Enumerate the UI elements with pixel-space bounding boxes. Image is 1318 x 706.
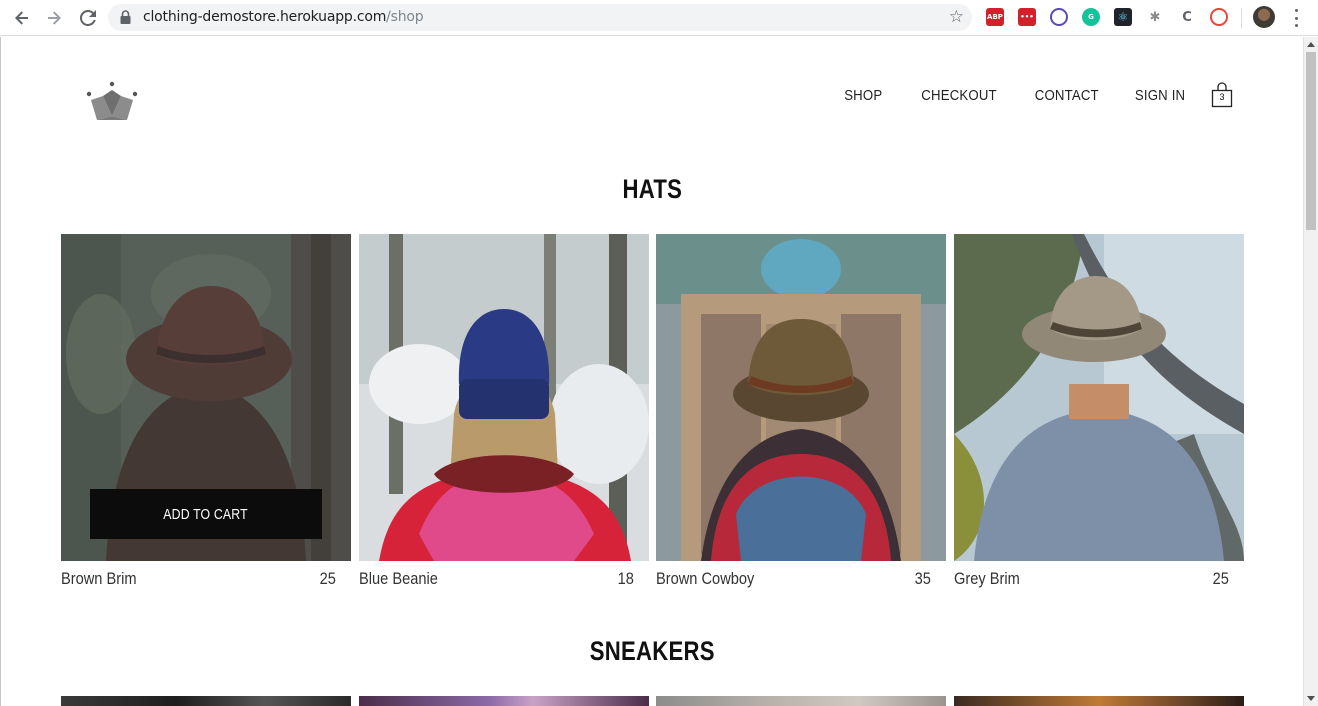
- page-scrollbar[interactable]: [1303, 37, 1318, 706]
- product-image[interactable]: [953, 234, 1244, 561]
- section-title-hats[interactable]: HATS: [1, 174, 1303, 205]
- hats-grid: ADD TO CART Brown Brim 25 Blue Beanie 18…: [61, 234, 1244, 589]
- back-arrow-icon: [15, 11, 28, 25]
- product-image[interactable]: [61, 696, 351, 706]
- nav-shop-link[interactable]: SHOP: [844, 87, 882, 104]
- lock-icon: [120, 10, 131, 24]
- adblock-plus-icon[interactable]: ABP: [986, 8, 1004, 26]
- block-ext-icon[interactable]: [1050, 8, 1068, 26]
- product-card[interactable]: Blue Beanie 18: [358, 234, 649, 589]
- nav-contact-link[interactable]: CONTACT: [1035, 87, 1099, 104]
- forward-button[interactable]: [42, 6, 66, 30]
- product-price: 18: [617, 569, 634, 588]
- bug-ext-icon[interactable]: ✱: [1146, 8, 1164, 26]
- product-name: Brown Cowboy: [656, 569, 755, 588]
- product-footer: Brown Brim 25: [61, 561, 351, 589]
- c-ext-icon[interactable]: C: [1178, 8, 1196, 26]
- grey-brim-photo: [953, 234, 1244, 561]
- product-image[interactable]: [358, 234, 649, 561]
- brown-cowboy-photo: [656, 234, 947, 561]
- product-footer: Blue Beanie 18: [359, 561, 649, 589]
- ring-ext-icon[interactable]: [1210, 8, 1228, 26]
- ellipsis-ext-icon[interactable]: •••: [1018, 8, 1036, 26]
- product-image[interactable]: [358, 696, 649, 706]
- browser-menu-icon[interactable]: [1290, 9, 1302, 27]
- add-to-cart-button[interactable]: ADD TO CART: [90, 489, 322, 539]
- product-image[interactable]: ADD TO CART: [61, 234, 351, 561]
- crown-logo-icon[interactable]: [85, 80, 139, 122]
- browser-toolbar: clothing-demostore.herokuapp.com/shop ☆ …: [0, 0, 1318, 36]
- product-price: 25: [319, 569, 336, 588]
- scroll-down-arrow-icon[interactable]: [1307, 696, 1315, 701]
- product-footer: Grey Brim 25: [954, 561, 1244, 589]
- reload-icon: [80, 10, 96, 26]
- toolbar-divider: [1241, 8, 1242, 28]
- product-image[interactable]: [656, 234, 947, 561]
- product-card[interactable]: Grey Brim 25: [953, 234, 1244, 589]
- forward-arrow-icon: [48, 11, 61, 25]
- product-footer: Brown Cowboy 35: [656, 561, 946, 589]
- product-name: Brown Brim: [61, 569, 137, 588]
- scrollbar-thumb[interactable]: [1306, 52, 1316, 230]
- profile-avatar[interactable]: [1253, 6, 1275, 28]
- header-nav: SHOP CHECKOUT CONTACT SIGN IN 3: [810, 82, 1233, 108]
- bookmark-star-icon[interactable]: ☆: [949, 8, 964, 26]
- product-name: Grey Brim: [953, 569, 1020, 588]
- nav-sign-in-link[interactable]: SIGN IN: [1135, 87, 1185, 104]
- section-title-sneakers[interactable]: SNEAKERS: [1, 636, 1303, 667]
- address-bar[interactable]: clothing-demostore.herokuapp.com/shop ☆: [108, 4, 972, 31]
- product-name: Blue Beanie: [358, 569, 438, 588]
- url-text: clothing-demostore.herokuapp.com/shop: [143, 9, 424, 25]
- blue-beanie-photo: [358, 234, 649, 561]
- cart-count-badge: 3: [1219, 92, 1225, 102]
- back-button[interactable]: [10, 6, 34, 30]
- product-price: 35: [915, 569, 932, 588]
- nav-checkout-link[interactable]: CHECKOUT: [921, 87, 996, 104]
- grammarly-icon[interactable]: G: [1082, 8, 1100, 26]
- sneakers-grid: [61, 696, 1244, 706]
- scroll-up-arrow-icon[interactable]: [1307, 42, 1315, 47]
- product-image[interactable]: [656, 696, 947, 706]
- cart-button[interactable]: 3: [1211, 82, 1233, 108]
- react-devtools-icon[interactable]: ⚛: [1114, 8, 1132, 26]
- page-viewport: SHOP CHECKOUT CONTACT SIGN IN 3 HATS ADD…: [0, 37, 1303, 706]
- product-card[interactable]: ADD TO CART Brown Brim 25: [61, 234, 351, 589]
- product-price: 25: [1212, 569, 1229, 588]
- reload-button[interactable]: [76, 6, 100, 30]
- product-image[interactable]: [953, 696, 1244, 706]
- product-card[interactable]: Brown Cowboy 35: [656, 234, 947, 589]
